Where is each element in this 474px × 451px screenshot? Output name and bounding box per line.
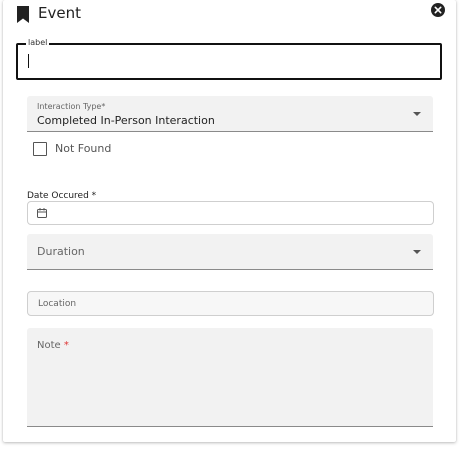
event-dialog: Event label Interaction Type* Completed … xyxy=(3,0,456,442)
duration-placeholder: Duration xyxy=(37,245,85,258)
dialog-header: Event xyxy=(3,0,456,28)
not-found-checkbox[interactable] xyxy=(33,142,47,156)
calendar-icon[interactable] xyxy=(37,208,47,218)
bookmark-icon xyxy=(17,6,29,23)
location-input[interactable] xyxy=(36,295,430,313)
not-found-label: Not Found xyxy=(55,142,112,155)
label-input[interactable] xyxy=(26,51,430,71)
dialog-title: Event xyxy=(38,4,81,22)
interaction-type-value: Completed In-Person Interaction xyxy=(37,114,215,127)
note-field[interactable]: Note * xyxy=(27,328,433,427)
label-field[interactable]: label xyxy=(16,38,442,80)
close-icon[interactable] xyxy=(431,3,445,17)
caret-down-icon xyxy=(413,112,421,116)
date-occured-label: Date Occured * xyxy=(27,191,97,201)
note-label: Note * xyxy=(37,340,69,351)
caret-down-icon xyxy=(413,250,421,254)
date-occured-input[interactable] xyxy=(27,201,434,225)
required-star: * xyxy=(63,340,69,351)
interaction-type-select[interactable]: Interaction Type* Completed In-Person In… xyxy=(27,96,433,132)
location-field[interactable] xyxy=(27,291,434,316)
duration-select[interactable]: Duration xyxy=(27,234,433,270)
text-caret xyxy=(28,54,29,68)
note-label-text: Note xyxy=(37,340,61,351)
label-field-legend: label xyxy=(26,38,50,48)
note-textarea[interactable] xyxy=(37,358,425,422)
interaction-type-label: Interaction Type* xyxy=(37,102,106,111)
